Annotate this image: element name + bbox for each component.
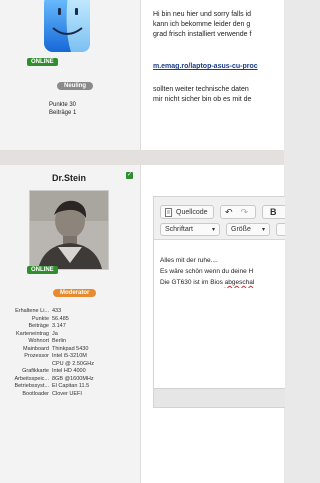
misspelled-word: abgeschal — [224, 279, 255, 286]
font-select-label: Schriftart — [165, 226, 194, 233]
document-icon — [165, 207, 172, 217]
post1-online-badge: ONLINE — [27, 58, 58, 66]
font-select[interactable]: Schriftart ▾ — [160, 223, 220, 236]
stat-row: Punkte 56.485 — [31, 315, 69, 322]
bold-button[interactable]: B — [262, 205, 285, 219]
stat-row: Erhaltene Li... 433 — [15, 308, 62, 314]
undo-icon: ↶ — [225, 206, 233, 217]
editor-text-area[interactable]: Alles mit der ruhe.... Es wäre schön wen… — [160, 255, 285, 288]
size-select-label: Größe — [231, 226, 251, 233]
post1-line: kann ich bekomme leider den g — [153, 21, 251, 28]
finder-face-icon — [44, 0, 90, 52]
post2-status-icon: ✓ — [126, 172, 133, 179]
chevron-down-icon: ▾ — [261, 227, 265, 233]
person-photo-icon — [30, 191, 108, 269]
post1-avatar[interactable] — [38, 0, 94, 58]
editor-line: Es wäre schön wenn du deine H — [160, 268, 254, 275]
post2-username[interactable]: Dr.Stein — [52, 173, 86, 183]
stat-row: Grafikkarte Intel HD 4000 — [22, 368, 86, 374]
post2-rank-badge: Moderator — [53, 289, 97, 297]
post2-avatar[interactable] — [29, 190, 109, 270]
post1-punkte: Punkte 30 — [49, 102, 77, 108]
post1-link[interactable]: m.emag.ro/laptop-asus-cu-proc — [153, 62, 284, 72]
stat-row: Wohnort Berlin — [28, 338, 67, 344]
source-button[interactable]: Quellcode — [160, 205, 214, 219]
source-button-label: Quellcode — [176, 208, 208, 216]
stat-row: Bootloader Clover UEFI — [22, 390, 82, 397]
post-separator — [0, 150, 284, 165]
post1-beitraege: Beiträge 1 — [49, 110, 77, 116]
stat-row: CPU @ 2.50GHz — [52, 360, 94, 367]
post1-text-block: Hi bin neu hier und sorry falls id kann … — [153, 10, 284, 40]
bold-button-label: B — [270, 207, 277, 217]
stat-row: Karteneintrag Ja — [15, 330, 58, 337]
stat-row: Arbeitsspeic... 8GB @1600MHz — [14, 375, 94, 382]
post1-line: sollten weiter technische daten — [153, 86, 249, 93]
editor-footer — [154, 388, 285, 407]
editor-line: Die GT630 ist im Bios abgeschal — [160, 277, 285, 288]
post2-stats: Erhaltene Li... 433 Punkte 56.485 Beiträge… — [4, 308, 138, 398]
redo-icon: ↷ — [240, 206, 249, 217]
post1-line: grad frisch installiert verwende f — [153, 31, 252, 38]
reply-editor: Quellcode ↶ ↷ B Schriftart ▾ Größe ▾ All… — [153, 196, 285, 408]
editor-line-text: Die GT630 ist im Bios — [160, 279, 225, 286]
editor-line: Alles mit der ruhe.... — [160, 257, 218, 264]
post1-line: Hi bin neu hier und sorry falls id — [153, 11, 252, 18]
post1-line: mir nicht sicher bin ob es mit de — [153, 96, 252, 103]
size-select[interactable]: Größe ▾ — [226, 223, 270, 236]
undo-button[interactable]: ↶ ↷ — [220, 205, 256, 219]
post2-online-badge: ONLINE — [27, 266, 58, 274]
stat-row: Prozessor Intel i5-3210M — [24, 353, 87, 359]
toolbar-overflow-button[interactable] — [276, 223, 285, 236]
stat-row: Mainboard Thinkpad 5430 — [23, 345, 89, 352]
stat-row: Betriebssyst... El Capitan 11.5 — [14, 383, 90, 389]
stat-row: Beiträge 3.147 — [28, 323, 66, 329]
post1-rank-badge: Neuling — [57, 82, 93, 90]
chevron-down-icon: ▾ — [211, 227, 215, 233]
post1-text-block-2: sollten weiter technische daten mir nich… — [153, 85, 284, 105]
